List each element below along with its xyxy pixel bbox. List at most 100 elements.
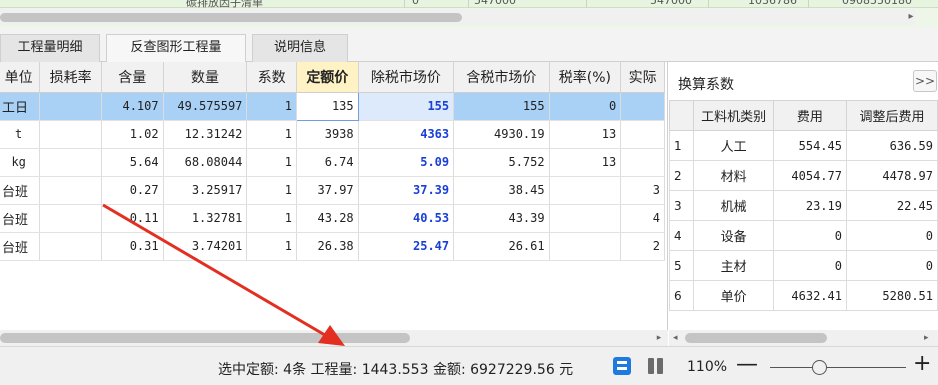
cell-coefficient[interactable]: 1 (246, 92, 297, 121)
tab-reverse-lookup-quantity[interactable]: 反查图形工程量 (106, 34, 246, 62)
cell-market-price-incl-tax[interactable]: 38.45 (453, 176, 550, 205)
cell-unit[interactable]: 台班 (0, 232, 41, 261)
scroll-left-arrow-icon[interactable]: ◂ (673, 330, 685, 346)
cell-content[interactable]: 0.27 (101, 176, 164, 205)
cell-market-price-incl-tax[interactable]: 4930.19 (453, 120, 550, 149)
coef-row[interactable]: 6 单价 4632.41 5280.51 (669, 280, 938, 311)
table-row-selected[interactable]: 工日 4.107 49.575597 1 135 155 155 0 (0, 91, 665, 121)
cell-tax-rate[interactable]: 0 (549, 92, 622, 121)
coef-adjusted-fee[interactable]: 22.45 (845, 190, 938, 221)
coef-adjusted-fee[interactable]: 0 (845, 220, 938, 251)
cell-content[interactable]: 4.107 (101, 92, 164, 121)
coef-fee[interactable]: 0 (772, 250, 847, 281)
cell-loss-rate[interactable] (39, 120, 102, 149)
cell-actual[interactable] (620, 92, 665, 121)
table-row[interactable]: 台班 0.27 3.25917 1 37.97 37.39 38.45 3 (0, 176, 665, 205)
coef-col-header-category[interactable]: 工料机类别 (693, 100, 774, 131)
coef-row[interactable]: 3 机械 23.19 22.45 (669, 190, 938, 221)
cell-actual[interactable] (620, 148, 665, 177)
cell-loss-rate[interactable] (39, 176, 102, 205)
coef-adjusted-fee[interactable]: 0 (845, 250, 938, 281)
coef-category[interactable]: 材料 (693, 160, 774, 191)
cell-base-price[interactable]: 37.97 (296, 176, 359, 205)
cell-market-price-excl-tax[interactable]: 40.53 (358, 204, 455, 233)
coef-row[interactable]: 1 人工 554.45 636.59 (669, 130, 938, 161)
grid-scroll-thumb[interactable] (0, 333, 410, 343)
scroll-right-arrow-icon[interactable]: ▸ (924, 330, 936, 346)
cell-quantity[interactable]: 3.74201 (163, 232, 248, 261)
cell-base-price-editing[interactable]: 135 (295, 91, 359, 121)
upper-horizontal-scrollbar[interactable] (0, 9, 915, 25)
cell-unit[interactable]: 台班 (0, 204, 41, 233)
cell-content[interactable]: 0.31 (101, 232, 164, 261)
cell-tax-rate[interactable] (549, 176, 622, 205)
tab-description-info[interactable]: 说明信息 (252, 34, 348, 62)
cell-quantity[interactable]: 12.31242 (163, 120, 248, 149)
cell-tax-rate[interactable] (549, 204, 622, 233)
col-header-unit[interactable]: 单位 (0, 62, 41, 93)
coef-category[interactable]: 单价 (693, 280, 774, 311)
cell-base-price[interactable]: 3938 (296, 120, 359, 149)
cell-actual[interactable]: 4 (620, 204, 665, 233)
cell-tax-rate[interactable] (549, 232, 622, 261)
cell-loss-rate[interactable] (39, 148, 102, 177)
cell-base-price[interactable]: 6.74 (296, 148, 359, 177)
coef-row[interactable]: 5 主材 0 0 (669, 250, 938, 281)
cell-market-price-incl-tax[interactable]: 26.61 (453, 232, 550, 261)
table-row[interactable]: t 1.02 12.31242 1 3938 4363 4930.19 13 (0, 120, 665, 149)
cell-market-price-incl-tax[interactable]: 155 (453, 92, 550, 121)
cell-quantity[interactable]: 3.25917 (163, 176, 248, 205)
cell-unit[interactable]: 台班 (0, 176, 41, 205)
col-header-coefficient[interactable]: 系数 (246, 62, 297, 93)
coef-fee[interactable]: 4632.41 (772, 280, 847, 311)
tab-quantity-detail[interactable]: 工程量明细 (0, 34, 100, 62)
coef-col-header-adjusted-fee[interactable]: 调整后费用 (845, 100, 938, 131)
cell-base-price[interactable]: 26.38 (296, 232, 359, 261)
cell-market-price-incl-tax[interactable]: 5.752 (453, 148, 550, 177)
zoom-out-button[interactable]: — (736, 353, 758, 377)
coef-adjusted-fee[interactable]: 636.59 (845, 130, 938, 161)
cell-base-price[interactable]: 43.28 (296, 204, 359, 233)
list-view-icon[interactable] (613, 357, 631, 375)
coef-fee[interactable]: 23.19 (772, 190, 847, 221)
zoom-in-button[interactable]: + (913, 352, 931, 376)
coef-adjusted-fee[interactable]: 4478.97 (845, 160, 938, 191)
cell-coefficient[interactable]: 1 (246, 120, 297, 149)
coef-category[interactable]: 机械 (693, 190, 774, 221)
split-view-icon[interactable] (648, 358, 664, 374)
coef-row[interactable]: 4 设备 0 0 (669, 220, 938, 251)
scroll-right-arrow-icon[interactable]: ▸ (652, 330, 666, 346)
cell-coefficient[interactable]: 1 (246, 148, 297, 177)
col-header-base-price[interactable]: 定额价 (296, 62, 359, 93)
coef-col-header-fee[interactable]: 费用 (772, 100, 847, 131)
collapse-panel-button[interactable]: >> (913, 70, 937, 92)
upper-scroll-thumb[interactable] (0, 13, 462, 22)
cell-unit[interactable]: t (0, 120, 41, 149)
cell-content[interactable]: 5.64 (101, 148, 164, 177)
cell-coefficient[interactable]: 1 (246, 176, 297, 205)
cell-quantity[interactable]: 49.575597 (163, 92, 248, 121)
col-header-market-price-incl-tax[interactable]: 含税市场价 (453, 62, 550, 93)
table-row[interactable]: 台班 0.31 3.74201 1 26.38 25.47 26.61 2 (0, 232, 665, 261)
col-header-quantity[interactable]: 数量 (163, 62, 248, 93)
cell-actual[interactable] (620, 120, 665, 149)
cell-loss-rate[interactable] (39, 92, 102, 121)
coef-category[interactable]: 主材 (693, 250, 774, 281)
coef-category[interactable]: 人工 (693, 130, 774, 161)
cell-market-price-excl-tax[interactable]: 25.47 (358, 232, 455, 261)
coef-fee[interactable]: 4054.77 (772, 160, 847, 191)
cell-tax-rate[interactable]: 13 (549, 120, 622, 149)
coef-row[interactable]: 2 材料 4054.77 4478.97 (669, 160, 938, 191)
scroll-right-arrow-icon[interactable]: ▸ (904, 9, 918, 25)
cell-market-price-excl-tax[interactable]: 155 (358, 92, 455, 121)
cell-market-price-excl-tax[interactable]: 4363 (358, 120, 455, 149)
col-header-content[interactable]: 含量 (101, 62, 164, 93)
cell-loss-rate[interactable] (39, 204, 102, 233)
coef-category[interactable]: 设备 (693, 220, 774, 251)
cell-market-price-excl-tax[interactable]: 37.39 (358, 176, 455, 205)
table-row[interactable]: kg 5.64 68.08044 1 6.74 5.09 5.752 13 (0, 148, 665, 177)
cell-content[interactable]: 1.02 (101, 120, 164, 149)
zoom-slider-handle[interactable] (812, 360, 827, 375)
coef-fee[interactable]: 0 (772, 220, 847, 251)
zoom-slider-track[interactable] (770, 367, 906, 368)
